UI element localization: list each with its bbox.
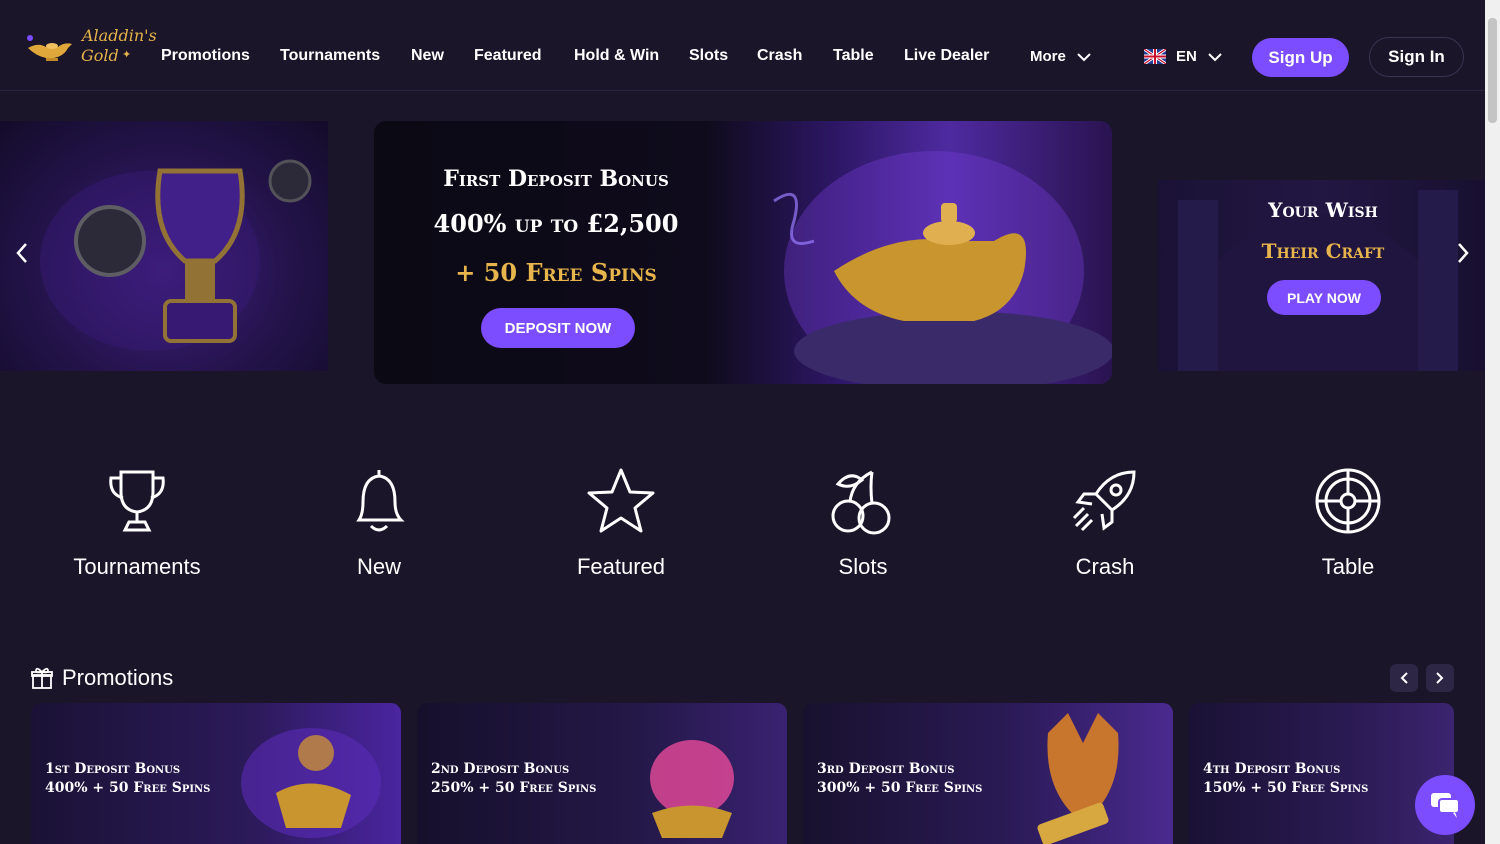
- banner-slide-active[interactable]: [374, 121, 1112, 384]
- promo-card-2[interactable]: 2nd Deposit Bonus 250% + 50 Free Spins: [417, 703, 787, 844]
- promotions-next-button[interactable]: [1426, 664, 1454, 692]
- side-banner-line1: Your Wish: [1268, 198, 1378, 222]
- promo-card-offer: 300% + 50 Free Spins: [817, 780, 983, 796]
- category-label: Tournaments: [73, 554, 201, 579]
- promo-card-1[interactable]: 1st Deposit Bonus 400% + 50 Free Spins: [31, 703, 401, 844]
- hero-title: First Deposit Bonus: [443, 166, 669, 192]
- live-chat-button[interactable]: [1415, 775, 1475, 835]
- sign-in-button[interactable]: Sign In: [1369, 37, 1464, 77]
- promo-card-text: 2nd Deposit Bonus 250% + 50 Free Spins: [431, 760, 596, 798]
- category-featured[interactable]: Featured: [541, 466, 701, 580]
- nav-live-dealer[interactable]: Live Dealer: [904, 47, 989, 65]
- language-selector[interactable]: EN: [1144, 48, 1223, 65]
- chevron-down-icon: [1077, 52, 1091, 61]
- category-crash[interactable]: Crash: [1025, 466, 1185, 580]
- nav-table[interactable]: Table: [833, 47, 874, 65]
- deposit-now-button[interactable]: DEPOSIT NOW: [481, 308, 635, 348]
- language-label: EN: [1176, 48, 1197, 65]
- chevron-left-icon: [1400, 672, 1408, 684]
- promo-card-text: 4th Deposit Bonus 150% + 50 Free Spins: [1203, 760, 1368, 798]
- banner-slide-previous[interactable]: [0, 121, 328, 371]
- page-scrollbar[interactable]: [1485, 0, 1500, 844]
- category-label: Table: [1321, 554, 1375, 579]
- site-logo[interactable]: Aladdin's Gold ✦: [24, 22, 157, 68]
- roulette-icon: [1315, 468, 1381, 534]
- hero-free-spins: + 50 Free Spins: [455, 258, 657, 287]
- category-label: Featured: [576, 554, 666, 579]
- slide-dim-overlay: [0, 121, 328, 371]
- promo-card-3[interactable]: 3rd Deposit Bonus 300% + 50 Free Spins: [803, 703, 1173, 844]
- category-slots[interactable]: Slots: [783, 466, 943, 580]
- promo-card-4[interactable]: 4th Deposit Bonus 150% + 50 Free Spins: [1189, 703, 1454, 844]
- nav-slots[interactable]: Slots: [689, 47, 728, 65]
- promo-card-offer: 150% + 50 Free Spins: [1203, 780, 1369, 796]
- logo-text-line2: Gold: [81, 46, 119, 65]
- promo-card-offer: 400% + 50 Free Spins: [45, 780, 211, 796]
- category-label: Crash: [1075, 554, 1135, 579]
- promotions-prev-button[interactable]: [1390, 664, 1418, 692]
- chat-bubble-icon: [1431, 793, 1460, 818]
- side-banner-line2: Their Craft: [1261, 239, 1385, 263]
- hero-bonus-amount: 400% up to £2,500: [433, 209, 679, 238]
- chevron-right-icon: [1436, 672, 1444, 684]
- rocket-icon: [1072, 470, 1136, 532]
- promo-card-text: 3rd Deposit Bonus 300% + 50 Free Spins: [817, 760, 982, 798]
- uk-flag-icon: [1144, 49, 1166, 64]
- promo-card-text: 1st Deposit Bonus 400% + 50 Free Spins: [45, 760, 210, 798]
- top-header: Aladdin's Gold ✦ Promotions Tournaments …: [0, 0, 1485, 91]
- promo-card-title: 1st Deposit Bonus: [45, 761, 181, 777]
- star-icon: [587, 468, 655, 533]
- nav-featured[interactable]: Featured: [474, 47, 542, 65]
- category-tournaments[interactable]: Tournaments: [57, 466, 217, 580]
- promo-card-title: 4th Deposit Bonus: [1203, 761, 1341, 777]
- nav-tournaments[interactable]: Tournaments: [280, 47, 380, 65]
- category-label: New: [356, 554, 401, 579]
- gift-icon: [31, 667, 53, 689]
- nav-hold-and-win[interactable]: Hold & Win: [574, 47, 659, 65]
- promo-card-title: 2nd Deposit Bonus: [431, 761, 570, 777]
- lamp-icon: [27, 35, 72, 61]
- nav-new[interactable]: New: [411, 47, 444, 65]
- play-now-button[interactable]: PLAY NOW: [1267, 280, 1381, 315]
- promo-card-offer: 250% + 50 Free Spins: [431, 780, 597, 796]
- carousel-prev-button[interactable]: [10, 238, 34, 268]
- category-new[interactable]: New: [299, 466, 459, 580]
- nav-promotions[interactable]: Promotions: [161, 47, 250, 65]
- chevron-left-icon: [16, 243, 27, 263]
- more-label: More: [1030, 48, 1066, 65]
- category-table[interactable]: Table: [1268, 466, 1428, 580]
- promotions-header: Promotions: [30, 665, 173, 691]
- genie-lamp-artwork-icon: [773, 151, 1112, 384]
- trophy-icon: [109, 470, 165, 532]
- nav-crash[interactable]: Crash: [757, 47, 802, 65]
- bell-icon: [356, 470, 405, 532]
- promotions-title: Promotions: [62, 665, 174, 690]
- cherries-icon: [831, 470, 891, 535]
- sparkle-icon: ✦: [122, 48, 132, 61]
- chevron-right-icon: [1458, 243, 1469, 263]
- promo-card-title: 3rd Deposit Bonus: [817, 761, 955, 777]
- scrollbar-thumb[interactable]: [1488, 18, 1497, 123]
- more-menu[interactable]: More: [1030, 48, 1092, 65]
- logo-text-line1: Aladdin's: [82, 26, 157, 45]
- sign-up-button[interactable]: Sign Up: [1252, 38, 1349, 77]
- chevron-down-icon: [1208, 52, 1222, 61]
- category-label: Slots: [838, 554, 888, 579]
- carousel-next-button[interactable]: [1451, 238, 1475, 268]
